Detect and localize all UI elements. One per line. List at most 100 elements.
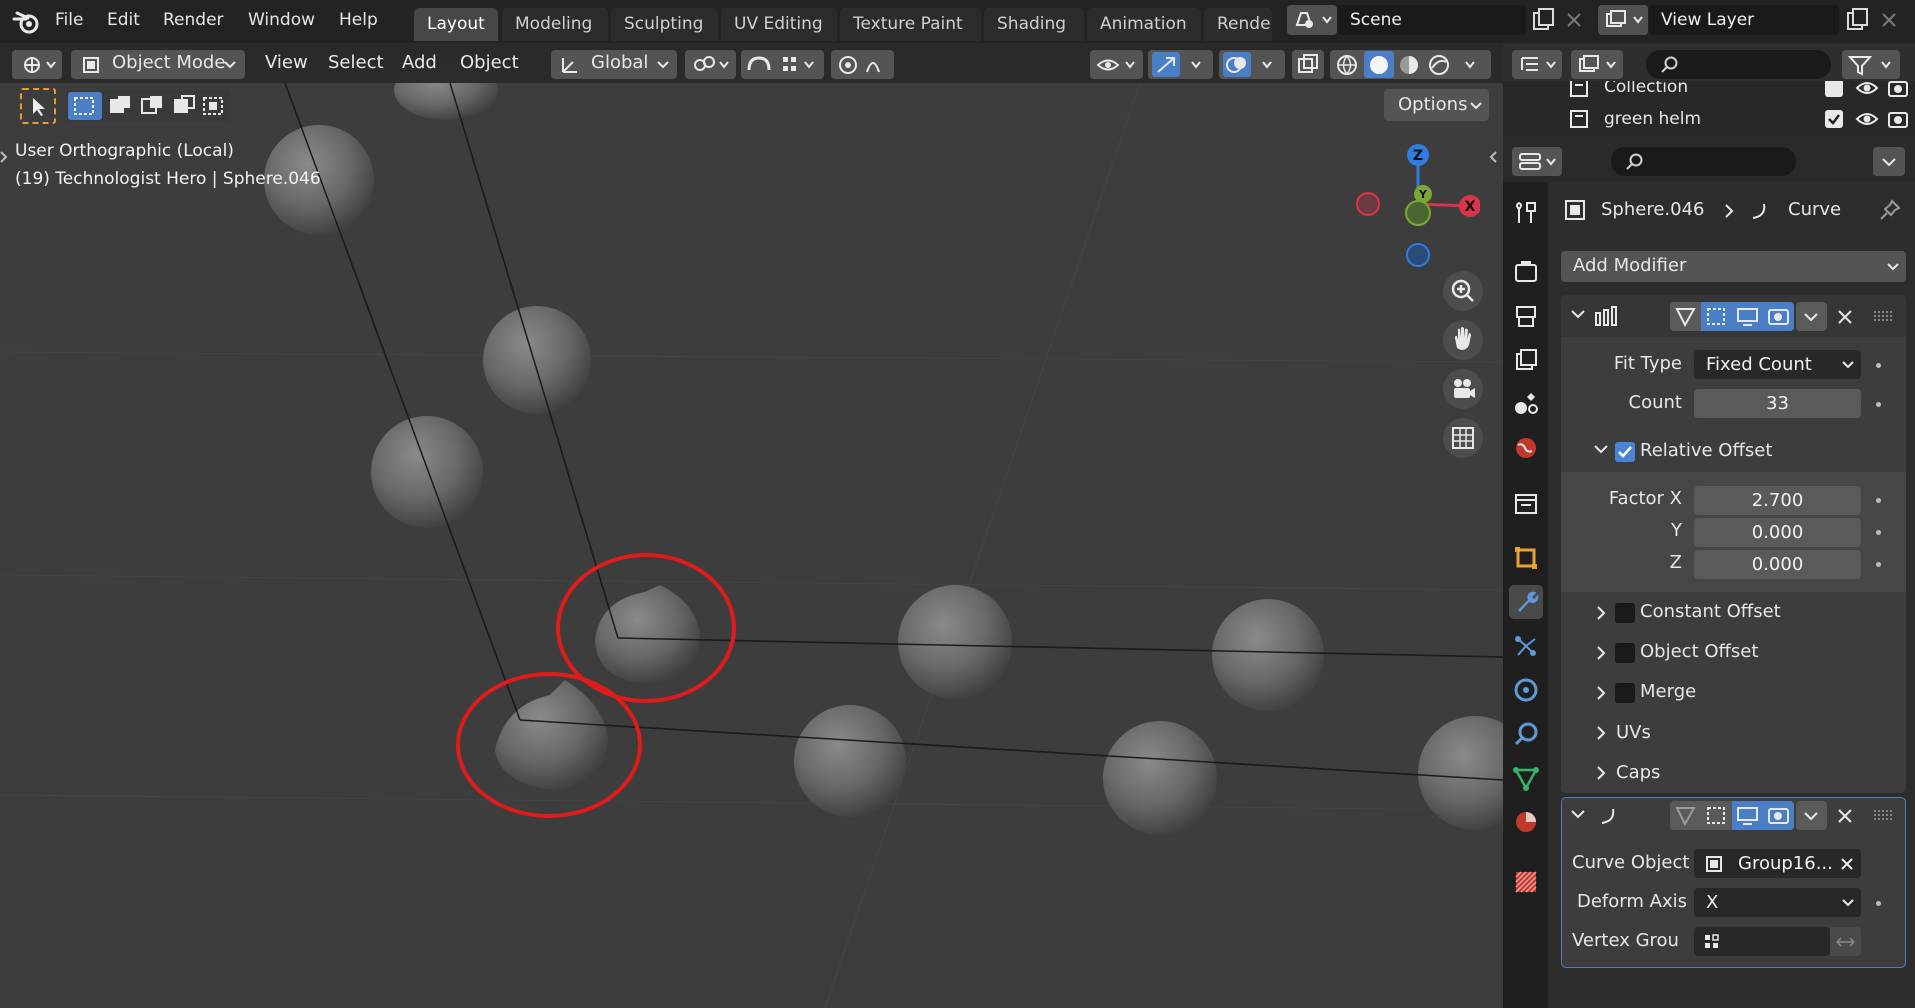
menu-render[interactable]: Render (163, 10, 224, 30)
clear-icon[interactable] (1839, 856, 1855, 872)
tab-texture-paint[interactable]: Texture Paint (840, 8, 981, 41)
object-visibility-dropdown[interactable] (1090, 50, 1143, 79)
gizmo-neg-z-axis[interactable] (1406, 243, 1430, 267)
menu-add[interactable]: Add (402, 52, 437, 73)
eye-icon[interactable] (1855, 81, 1879, 98)
view-layer-field[interactable]: View Layer (1649, 5, 1839, 35)
tab-layout[interactable]: Layout (414, 8, 498, 41)
keyframe-dot[interactable] (1876, 530, 1881, 535)
modifier-extras-dropdown[interactable] (1796, 302, 1827, 331)
outliner-search-input[interactable] (1646, 50, 1831, 79)
scene-name-field[interactable]: Scene (1338, 5, 1526, 35)
expand-chevron-icon[interactable] (1594, 764, 1608, 782)
transform-orientation-dropdown[interactable]: Global (551, 50, 677, 79)
expand-chevron-icon[interactable] (1594, 604, 1608, 622)
sphere[interactable] (483, 306, 591, 414)
sphere[interactable] (1418, 716, 1503, 830)
expand-chevron-icon[interactable] (1594, 644, 1608, 662)
menu-window[interactable]: Window (248, 10, 315, 30)
menu-file[interactable]: File (55, 10, 83, 30)
properties-search-input[interactable] (1611, 147, 1796, 176)
uvs-label[interactable]: UVs (1616, 722, 1651, 743)
tab-render[interactable]: Render (1204, 8, 1272, 41)
collection-tab-icon[interactable] (1509, 487, 1543, 521)
sphere[interactable] (898, 585, 1012, 699)
keyframe-dot[interactable] (1876, 901, 1881, 906)
sphere[interactable] (794, 705, 906, 817)
menu-object[interactable]: Object (460, 52, 519, 73)
remove-modifier-icon[interactable] (1834, 805, 1856, 827)
gizmo-neg-y-axis[interactable] (1405, 200, 1431, 226)
blender-logo-icon[interactable] (12, 9, 42, 35)
object-data-tab-icon[interactable] (1509, 761, 1543, 795)
tab-modeling[interactable]: Modeling (502, 8, 608, 41)
add-modifier-dropdown[interactable]: Add Modifier (1561, 251, 1906, 282)
pan-hand-icon[interactable] (1443, 320, 1483, 360)
menu-help[interactable]: Help (339, 10, 378, 30)
keyframe-dot[interactable] (1876, 363, 1881, 368)
physics-tab-icon[interactable] (1509, 673, 1543, 707)
render-camera-icon[interactable] (1887, 108, 1909, 130)
tool-settings-tab-icon[interactable] (1509, 197, 1543, 231)
constant-offset-checkbox[interactable] (1615, 603, 1635, 623)
collapse-chevron-icon[interactable] (1569, 308, 1587, 322)
modifier-extras-dropdown[interactable] (1796, 801, 1827, 830)
scene-browse-button[interactable] (1287, 5, 1337, 35)
merge-checkbox[interactable] (1615, 683, 1635, 703)
sphere[interactable] (371, 416, 483, 528)
new-view-layer-icon[interactable] (1844, 7, 1872, 33)
xray-toggle[interactable] (1292, 50, 1324, 79)
count-field[interactable]: 33 (1694, 389, 1861, 418)
remove-modifier-icon[interactable] (1834, 306, 1856, 328)
menu-view[interactable]: View (265, 52, 308, 73)
options-dropdown[interactable]: Options (1384, 89, 1489, 121)
mode-dropdown[interactable]: Object Mode (71, 50, 245, 79)
collapse-chevron-icon[interactable] (1569, 808, 1587, 822)
proportional-edit-controls[interactable] (831, 50, 894, 79)
world-tab-icon[interactable] (1509, 431, 1543, 465)
gizmo-neg-x-axis[interactable] (1356, 192, 1380, 216)
merge-label[interactable]: Merge (1640, 681, 1696, 702)
factor-x-field[interactable]: 2.700 (1694, 486, 1861, 515)
outliner-row[interactable]: green helm (1503, 104, 1915, 134)
menu-edit[interactable]: Edit (107, 10, 140, 30)
render-tab-icon[interactable] (1509, 255, 1543, 289)
exclude-checkbox[interactable] (1825, 81, 1843, 97)
camera-view-icon[interactable] (1443, 369, 1483, 409)
keyframe-dot[interactable] (1876, 498, 1881, 503)
deformed-sphere[interactable] (595, 585, 700, 683)
outliner-editor-type-button[interactable] (1512, 50, 1562, 79)
keyframe-dot[interactable] (1876, 402, 1881, 407)
factor-y-field[interactable]: 0.000 (1694, 518, 1861, 547)
filter-dropdown[interactable] (1842, 50, 1900, 79)
material-tab-icon[interactable] (1509, 805, 1543, 839)
caps-label[interactable]: Caps (1616, 762, 1660, 783)
new-scene-icon[interactable] (1530, 7, 1558, 33)
zoom-icon[interactable] (1443, 271, 1483, 311)
drag-handle-icon[interactable] (1872, 807, 1894, 823)
properties-options-dropdown[interactable] (1873, 147, 1905, 176)
tab-uv-editing[interactable]: UV Editing (721, 8, 837, 41)
relative-offset-checkbox[interactable] (1615, 442, 1635, 462)
snap-controls[interactable] (741, 50, 824, 79)
pivot-point-dropdown[interactable] (685, 50, 736, 79)
editor-type-button[interactable] (12, 50, 62, 79)
view-layer-tab-icon[interactable] (1509, 343, 1543, 377)
sphere[interactable] (1103, 721, 1217, 835)
invert-vertex-group-button[interactable] (1830, 927, 1861, 956)
ortho-grid-icon[interactable] (1443, 418, 1483, 458)
render-camera-icon[interactable] (1887, 81, 1909, 99)
factor-z-field[interactable]: 0.000 (1694, 550, 1861, 579)
menu-select[interactable]: Select (328, 52, 384, 73)
remove-view-layer-icon[interactable] (1878, 7, 1902, 33)
particles-tab-icon[interactable] (1509, 629, 1543, 663)
gizmo-toggle[interactable] (1148, 50, 1213, 79)
expand-chevron-icon[interactable] (1594, 684, 1608, 702)
expand-chevron-icon[interactable] (1594, 724, 1608, 742)
tool-select-box[interactable] (20, 88, 56, 124)
object-offset-checkbox[interactable] (1615, 643, 1635, 663)
deform-axis-dropdown[interactable]: X (1694, 888, 1861, 917)
sidebar-expand-icon[interactable] (1488, 150, 1498, 164)
object-tab-icon[interactable] (1509, 541, 1543, 575)
object-offset-label[interactable]: Object Offset (1640, 641, 1758, 662)
